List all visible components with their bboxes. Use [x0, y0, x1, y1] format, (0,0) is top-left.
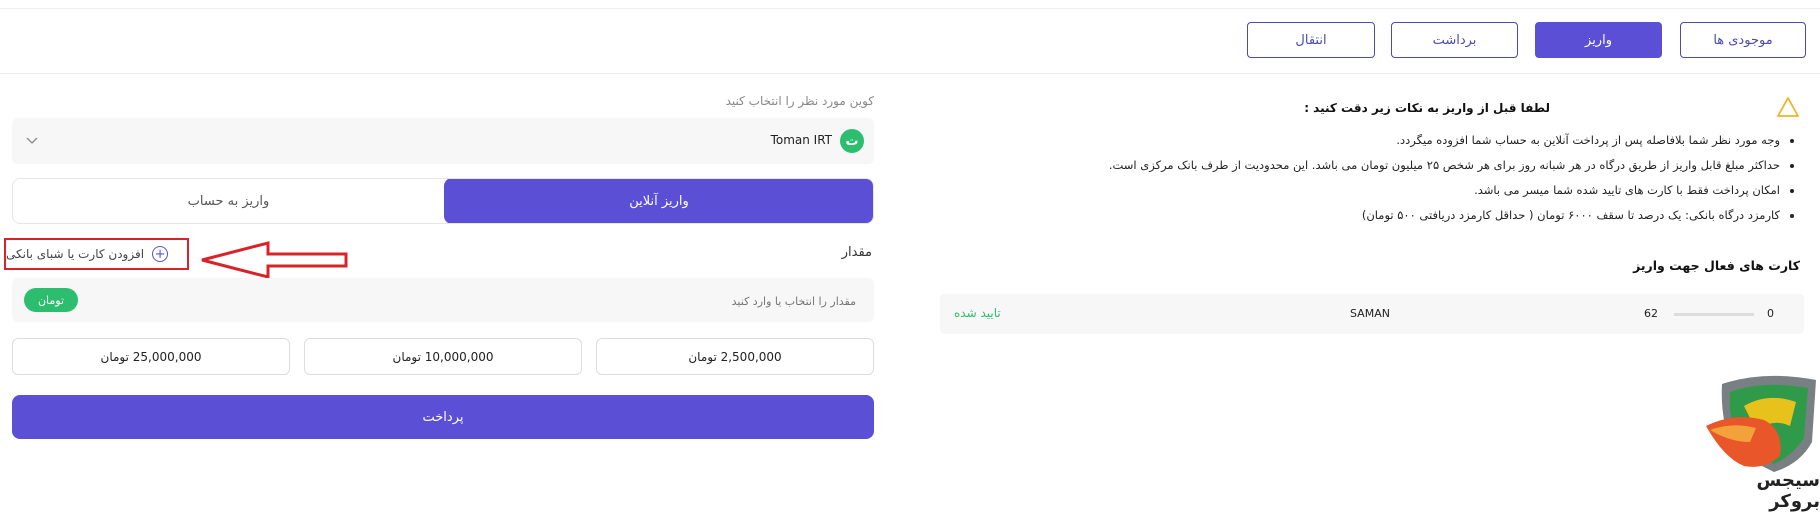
tab-transfer[interactable]: انتقال: [1247, 22, 1375, 58]
list-item: کارمزد درگاه بانکی: یک درصد تا سقف ۶۰۰۰ …: [880, 203, 1780, 228]
toman-coin-icon: ت: [840, 129, 864, 153]
card-number-end: 0: [1767, 307, 1774, 320]
plus-circle-icon: +: [152, 246, 169, 262]
preset-amount-button[interactable]: 10,000,000 تومان: [304, 338, 582, 375]
tab-deposit[interactable]: واریز: [1535, 22, 1662, 58]
card-bank-name: SAMAN: [1350, 307, 1390, 320]
tab-balances[interactable]: موجودی ها: [1680, 22, 1806, 58]
coin-select-label: کوین مورد نظر را انتخاب کنید: [725, 94, 874, 108]
amount-field[interactable]: تومان: [12, 278, 874, 322]
card-number-start: 62: [1644, 307, 1658, 320]
notice-list: وجه مورد نظر شما بلافاصله پس از پرداخت آ…: [880, 128, 1798, 228]
annotation-arrow-icon: [201, 241, 348, 279]
card-number-masked: [1674, 313, 1754, 316]
amount-input[interactable]: [254, 288, 858, 314]
active-cards-title: کارت های فعال جهت واریز: [1633, 258, 1800, 273]
warning-icon: [1777, 97, 1799, 117]
watermark-text: سیجس بروکر: [1756, 470, 1820, 512]
deposit-mode-toggle: واریز آنلاین واریز به حساب: [12, 178, 874, 224]
add-card-label: افزودن کارت یا شبای بانکی: [6, 247, 145, 261]
amount-label: مقدار: [841, 245, 872, 260]
coin-select[interactable]: ت Toman IRT: [12, 118, 874, 164]
tabbar-divider: [0, 73, 1820, 74]
pay-button[interactable]: پرداخت: [12, 395, 874, 439]
unit-badge: تومان: [24, 288, 78, 312]
list-item: وجه مورد نظر شما بلافاصله پس از پرداخت آ…: [880, 128, 1780, 153]
tab-withdraw[interactable]: برداشت: [1391, 22, 1518, 58]
account-deposit-button[interactable]: واریز به حساب: [13, 179, 444, 223]
add-card-button[interactable]: + افزودن کارت یا شبای بانکی: [4, 238, 189, 270]
list-item: حداکثر مبلغ قابل واریز از طریق درگاه در …: [880, 153, 1780, 178]
chevron-down-icon[interactable]: [24, 132, 40, 148]
notice-title: لطفا قبل از واریز به نکات زیر دقت کنید :: [1304, 101, 1550, 115]
list-item: امکان پرداخت فقط با کارت های تایید شده ش…: [880, 178, 1780, 203]
preset-amount-button[interactable]: 25,000,000 تومان: [12, 338, 290, 375]
online-deposit-button[interactable]: واریز آنلاین: [444, 179, 873, 223]
status-badge: تایید شده: [954, 306, 1001, 320]
table-row: 0 62 SAMAN تایید شده: [940, 294, 1804, 334]
preset-amount-button[interactable]: 2,500,000 تومان: [596, 338, 874, 375]
coin-selected-value: Toman IRT: [770, 133, 832, 147]
top-divider: [0, 8, 1820, 9]
